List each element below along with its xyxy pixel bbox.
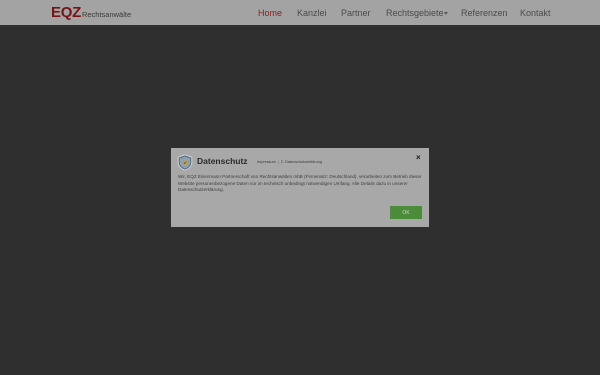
dialog-title: Datenschutz: [197, 156, 248, 166]
nav-item-kanzlei[interactable]: Kanzlei: [297, 8, 327, 18]
shield-check-icon: [177, 154, 193, 171]
privacy-dialog: Datenschutz Impressum | 2. Datenschutzer…: [171, 148, 429, 227]
chevron-down-icon[interactable]: [444, 12, 448, 15]
logo-mark: EQZ: [51, 4, 81, 21]
nav-item-kontakt[interactable]: Kontakt: [520, 8, 551, 18]
nav-item-referenzen[interactable]: Referenzen: [461, 8, 508, 18]
link-datenschutzerklaerung[interactable]: 2. Datenschutzerklärung: [281, 160, 322, 165]
dialog-links: Impressum | 2. Datenschutzerklärung: [257, 160, 322, 165]
site-logo[interactable]: EQZ Rechtsanwälte: [51, 5, 131, 21]
logo-subtitle: Rechtsanwälte: [81, 10, 132, 19]
close-icon[interactable]: ×: [416, 154, 421, 162]
nav-item-partner[interactable]: Partner: [341, 8, 371, 18]
dialog-body-text: Wir, EQZ Eisenmann Partnerschaft von Rec…: [178, 174, 422, 192]
ok-button[interactable]: OK: [390, 206, 422, 219]
site-header: EQZ Rechtsanwälte Home Kanzlei Partner R…: [0, 0, 600, 25]
nav-item-rechtsgebiete[interactable]: Rechtsgebiete: [386, 8, 444, 18]
link-separator: |: [277, 160, 279, 164]
nav-item-home[interactable]: Home: [258, 8, 282, 18]
link-impressum[interactable]: Impressum: [257, 160, 276, 165]
